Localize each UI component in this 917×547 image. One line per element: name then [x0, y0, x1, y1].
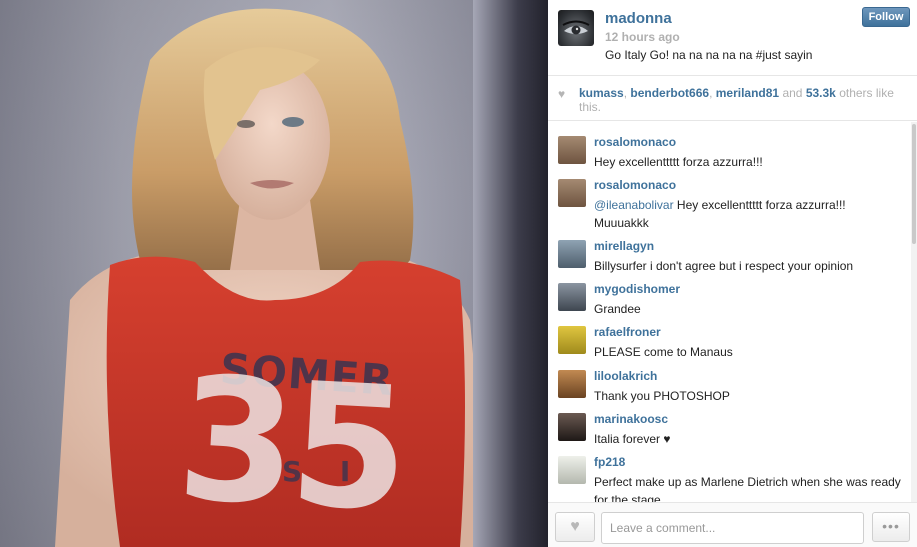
more-options-button[interactable]: ••• [872, 512, 910, 542]
comment-username[interactable]: liloolakrich [594, 369, 657, 383]
post-caption: Go Italy Go! na na na na na #just sayin [605, 48, 813, 62]
comment-text: PLEASE come to Manaus [594, 345, 733, 359]
liker-link[interactable]: meriland81 [716, 86, 779, 100]
comment-username[interactable]: mygodishomer [594, 282, 680, 296]
comment-text: Thank you PHOTOSHOP [594, 389, 730, 403]
post-username[interactable]: madonna [605, 10, 672, 27]
liker-link[interactable]: kumass [579, 86, 624, 100]
eye [237, 120, 255, 128]
post-timestamp[interactable]: 12 hours ago [605, 30, 680, 44]
liker-link[interactable]: benderbot666 [630, 86, 709, 100]
likes-count[interactable]: 53.3k [806, 86, 836, 100]
comment-avatar[interactable] [558, 413, 586, 441]
comment-avatar[interactable] [558, 370, 586, 398]
comment-avatar[interactable] [558, 283, 586, 311]
comment-mention[interactable]: @ileanabolivar [594, 198, 674, 212]
comment-avatar[interactable] [558, 240, 586, 268]
comment-text: Grandee [594, 302, 641, 316]
comment-text: Billysurfer i don't agree but i respect … [594, 259, 854, 273]
comment-avatar[interactable] [558, 179, 586, 207]
ellipsis-icon: ••• [882, 518, 900, 534]
comment-username[interactable]: rosalomonaco [594, 135, 676, 149]
comment-username[interactable]: rosalomonaco [594, 178, 676, 192]
comments-scrollbar[interactable] [911, 122, 917, 502]
comment-text: Perfect make up as Marlene Dietrich when… [594, 475, 901, 502]
comment-footer: ♥ ••• [548, 502, 917, 547]
comment-avatar[interactable] [558, 456, 586, 484]
heart-icon: ♥ [570, 518, 580, 535]
comment-text: Hey excellenttttt forza azzurra!!! [594, 155, 763, 169]
post-photo[interactable]: SOMER 35 S I [0, 0, 548, 547]
comment-text: @ileanabolivar Hey excellenttttt forza a… [594, 196, 902, 232]
post-side-panel: madonna 12 hours ago Go Italy Go! na na … [548, 0, 917, 547]
comment-text: Italia forever ♥ [594, 432, 671, 446]
shirt-print-sub: S I [282, 455, 365, 488]
comment-username[interactable]: rafaelfroner [594, 325, 661, 339]
comment-avatar[interactable] [558, 326, 586, 354]
comment-username[interactable]: mirellagyn [594, 239, 654, 253]
likes-conjunction: and [782, 86, 803, 100]
shirt-print-number: 35 [172, 340, 408, 547]
heart-icon: ♥ [558, 87, 566, 101]
scrollbar-thumb[interactable] [912, 124, 916, 244]
post-header: madonna 12 hours ago Go Italy Go! na na … [548, 0, 917, 76]
comment-username[interactable]: fp218 [594, 455, 625, 469]
comments-list[interactable]: rosalomonaco Hey excellenttttt forza azz… [548, 122, 917, 502]
avatar[interactable] [558, 10, 594, 46]
comment-avatar[interactable] [558, 136, 586, 164]
comment-username[interactable]: marinakoosc [594, 412, 668, 426]
like-button[interactable]: ♥ [555, 512, 595, 542]
eye [282, 117, 304, 127]
comment-input[interactable] [601, 512, 864, 544]
likes-summary: ♥ kumass, benderbot666, meriland81 and 5… [548, 76, 917, 121]
follow-button[interactable]: Follow [862, 7, 910, 27]
eye-icon [562, 20, 590, 35]
photo-right-shadow [473, 0, 548, 547]
